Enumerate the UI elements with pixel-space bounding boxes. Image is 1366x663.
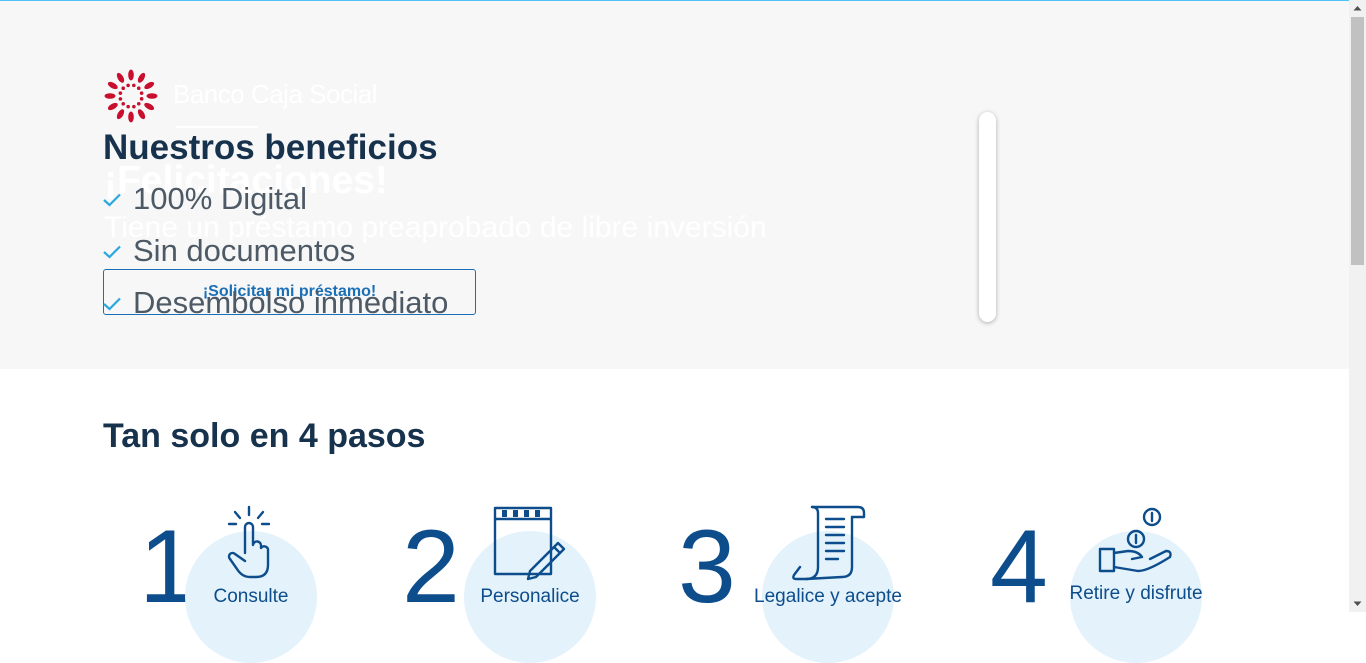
logo-petal [128,69,134,81]
logo-petal [137,72,146,83]
scroll-down-arrow-icon[interactable] [1349,595,1366,612]
benefit-label: 100% Digital [133,181,308,216]
scroll-up-arrow-icon[interactable] [1349,0,1366,17]
logo-dot [136,86,141,91]
benefit-label: Sin documentos [133,233,356,268]
logo-petal [128,111,134,123]
logo-petal [107,102,118,111]
logo-petal [137,109,146,120]
scrollbar-thumb[interactable] [1351,17,1364,265]
logo-dot [118,91,123,95]
benefit-label: Desembolso inmediato [133,285,449,320]
logo-petal [116,72,125,83]
sunburst-logo-icon [104,69,158,123]
logo-petal [116,109,125,120]
step-2: 2 Personalice [400,495,620,663]
step-label: Consulte [213,586,289,607]
logo-dot [132,83,136,88]
bank-logo[interactable]: Banco Caja Social [103,66,403,128]
notepad-pencil-icon [493,506,566,581]
logo-petal [146,93,158,99]
logo-dot [121,101,126,106]
logo-dot [126,104,130,109]
hand-coins-icon [1098,507,1172,573]
logo-dot [121,86,126,91]
step-label: Personalice [480,586,580,607]
step-1: 1 Consulte [135,495,335,663]
step-label: Retire y disfrute [1069,583,1203,604]
step-number: 4 [990,509,1048,625]
logo-dot [132,104,136,109]
logo-petal [144,81,155,90]
logo-dot [136,101,141,106]
touch-hand-icon [227,505,271,579]
checkmark-icon [103,297,121,311]
step-number: 3 [678,509,736,625]
logo-dot [126,83,130,88]
benefits-title: Nuestros beneficios [103,128,438,167]
document-scroll-icon [792,505,866,581]
logo-wordmark: Banco Caja Social [173,79,377,109]
checkmark-icon [103,193,121,207]
checkmark-icon [103,245,121,259]
steps-title: Tan solo en 4 pasos [103,417,426,455]
logo-petal [107,81,118,90]
side-card [979,112,996,322]
step-4: 4 Retire y disfrute [990,495,1220,663]
logo-dot [139,97,144,101]
logo-dot [139,91,144,95]
hero-section: Banco Caja Social ¡Felicitaciones! Tiene… [0,1,1349,369]
step-3: 3 Legalice y acepte [678,495,908,663]
step-number: 2 [402,509,460,625]
logo-petal [144,102,155,111]
logo-dot [118,97,123,101]
logo-petal [104,93,116,99]
step-label: Legalice y acepte [754,586,902,607]
